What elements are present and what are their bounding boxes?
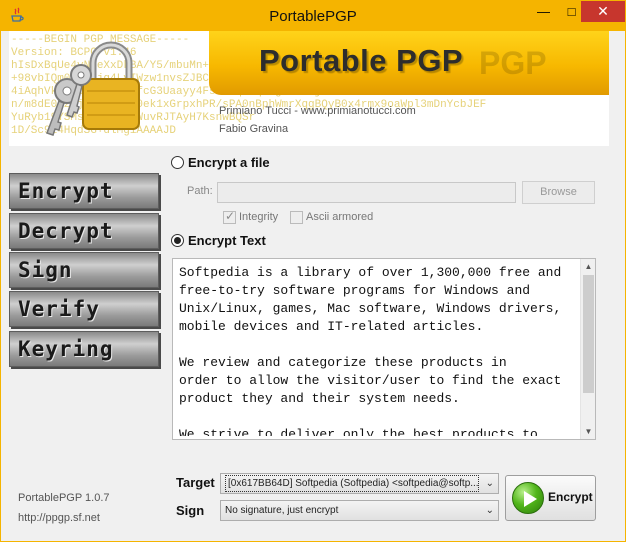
text-content[interactable]: Softpedia is a library of over 1,300,000… <box>179 264 579 436</box>
nav-sign-button[interactable]: Sign <box>9 252 159 288</box>
play-arrow-icon <box>512 482 544 514</box>
title-bar[interactable]: PortablePGP — □ ✕ <box>1 1 625 31</box>
scroll-up-icon[interactable]: ▲ <box>581 259 596 274</box>
path-input[interactable] <box>217 182 516 203</box>
browse-button[interactable]: Browse <box>522 181 595 204</box>
scroll-thumb[interactable] <box>583 275 594 393</box>
keys-padlock-logo <box>46 41 140 136</box>
banner-ghost-text: PGP <box>479 45 547 81</box>
nav-verify-button[interactable]: Verify <box>9 291 159 327</box>
text-scrollbar[interactable]: ▲ ▼ <box>580 259 595 439</box>
text-input-area[interactable]: Softpedia is a library of over 1,300,000… <box>172 258 596 440</box>
ascii-armored-label: Ascii armored <box>306 211 374 223</box>
encrypt-text-radio[interactable] <box>171 234 184 247</box>
sign-select[interactable]: No signature, just encrypt ⌄ <box>220 500 499 521</box>
encrypt-button[interactable]: Encrypt <box>505 475 596 521</box>
scroll-down-icon[interactable]: ▼ <box>581 424 596 439</box>
app-window: PortablePGP — □ ✕ -----BEGIN PGP MESSAGE… <box>0 0 626 542</box>
encrypt-file-label[interactable]: Encrypt a file <box>188 155 270 170</box>
target-select[interactable]: [0x617BB64D] Softpedia (Softpedia) <soft… <box>220 473 499 494</box>
path-label: Path: <box>187 185 213 197</box>
sign-select-value: No signature, just encrypt <box>225 505 339 516</box>
header-banner: -----BEGIN PGP MESSAGE----- Version: BCP… <box>9 31 609 146</box>
sign-label: Sign <box>176 503 205 518</box>
target-select-value: [0x617BB64D] Softpedia (Softpedia) <soft… <box>225 475 479 492</box>
chevron-down-icon: ⌄ <box>485 478 494 489</box>
integrity-label: Integrity <box>239 211 279 223</box>
author-credit: Primiano Tucci - www.primianotucci.com <box>219 105 416 117</box>
close-button[interactable]: ✕ <box>581 1 625 22</box>
coauthor-credit: Fabio Gravina <box>219 123 289 135</box>
ascii-armored-checkbox[interactable] <box>290 211 303 224</box>
version-label: PortablePGP 1.0.7 <box>18 492 110 504</box>
nav-decrypt-button[interactable]: Decrypt <box>9 213 159 249</box>
website-link[interactable]: http://ppgp.sf.net <box>18 512 100 524</box>
encrypt-text-label[interactable]: Encrypt Text <box>188 233 266 248</box>
chevron-down-icon: ⌄ <box>485 505 494 516</box>
nav-keyring-button[interactable]: Keyring <box>9 331 159 367</box>
integrity-checkbox[interactable] <box>223 209 236 224</box>
app-logo-text: Portable PGP <box>259 43 464 78</box>
encrypt-file-radio[interactable] <box>171 156 184 169</box>
target-label: Target <box>176 475 215 490</box>
encrypt-button-label: Encrypt <box>548 490 593 504</box>
nav-encrypt-button[interactable]: Encrypt <box>9 173 159 209</box>
minimize-button[interactable]: — <box>529 1 558 22</box>
